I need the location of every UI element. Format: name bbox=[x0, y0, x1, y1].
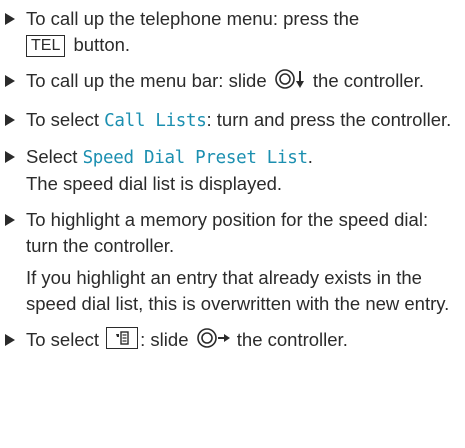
step-select-speed-dial-preset-list: Select Speed Dial Preset List. The speed… bbox=[5, 144, 461, 197]
triangle-right-icon bbox=[5, 114, 15, 126]
step-text: : turn and press the controller. bbox=[206, 109, 452, 130]
step-text: To select bbox=[26, 329, 100, 350]
step-text: To highlight a memory position for the s… bbox=[26, 209, 429, 256]
controller-slide-right-icon bbox=[196, 327, 231, 356]
triangle-right-icon bbox=[5, 151, 15, 163]
step-open-telephone-menu: To call up the telephone menu: press the… bbox=[5, 6, 461, 58]
triangle-right-icon bbox=[5, 13, 15, 25]
tel-key: TEL bbox=[26, 35, 66, 57]
step-highlight-memory-position: To highlight a memory position for the s… bbox=[5, 207, 461, 317]
step-text: To call up the telephone menu: press the bbox=[26, 8, 360, 29]
phonebook-softkey-icon bbox=[106, 327, 139, 349]
step-text: button. bbox=[73, 34, 131, 55]
menu-item-call-lists: Call Lists bbox=[104, 111, 207, 131]
step-select-speed-dial-softkey: To select : slide the controller. bbox=[5, 327, 461, 356]
step-text: . bbox=[307, 146, 313, 167]
step-note: If you highlight an entry that already e… bbox=[26, 267, 450, 314]
triangle-right-icon bbox=[5, 214, 15, 226]
triangle-right-icon bbox=[5, 334, 15, 346]
step-text: To select bbox=[26, 109, 100, 130]
step-result: The speed dial list is displayed. bbox=[26, 173, 283, 194]
step-select-call-lists: To select Call Lists: turn and press the… bbox=[5, 107, 461, 134]
instruction-list: To call up the telephone menu: press the… bbox=[0, 0, 465, 356]
step-text: To call up the menu bar: slide bbox=[26, 70, 267, 91]
triangle-right-icon bbox=[5, 75, 15, 87]
step-text: the controller. bbox=[312, 70, 424, 91]
step-text: : slide bbox=[140, 329, 189, 350]
step-text: Select bbox=[26, 146, 78, 167]
step-open-menu-bar: To call up the menu bar: slide the contr… bbox=[5, 68, 461, 97]
menu-item-speed-dial-preset-list: Speed Dial Preset List bbox=[82, 148, 309, 168]
step-text: the controller. bbox=[236, 329, 348, 350]
controller-slide-down-icon bbox=[274, 68, 307, 97]
